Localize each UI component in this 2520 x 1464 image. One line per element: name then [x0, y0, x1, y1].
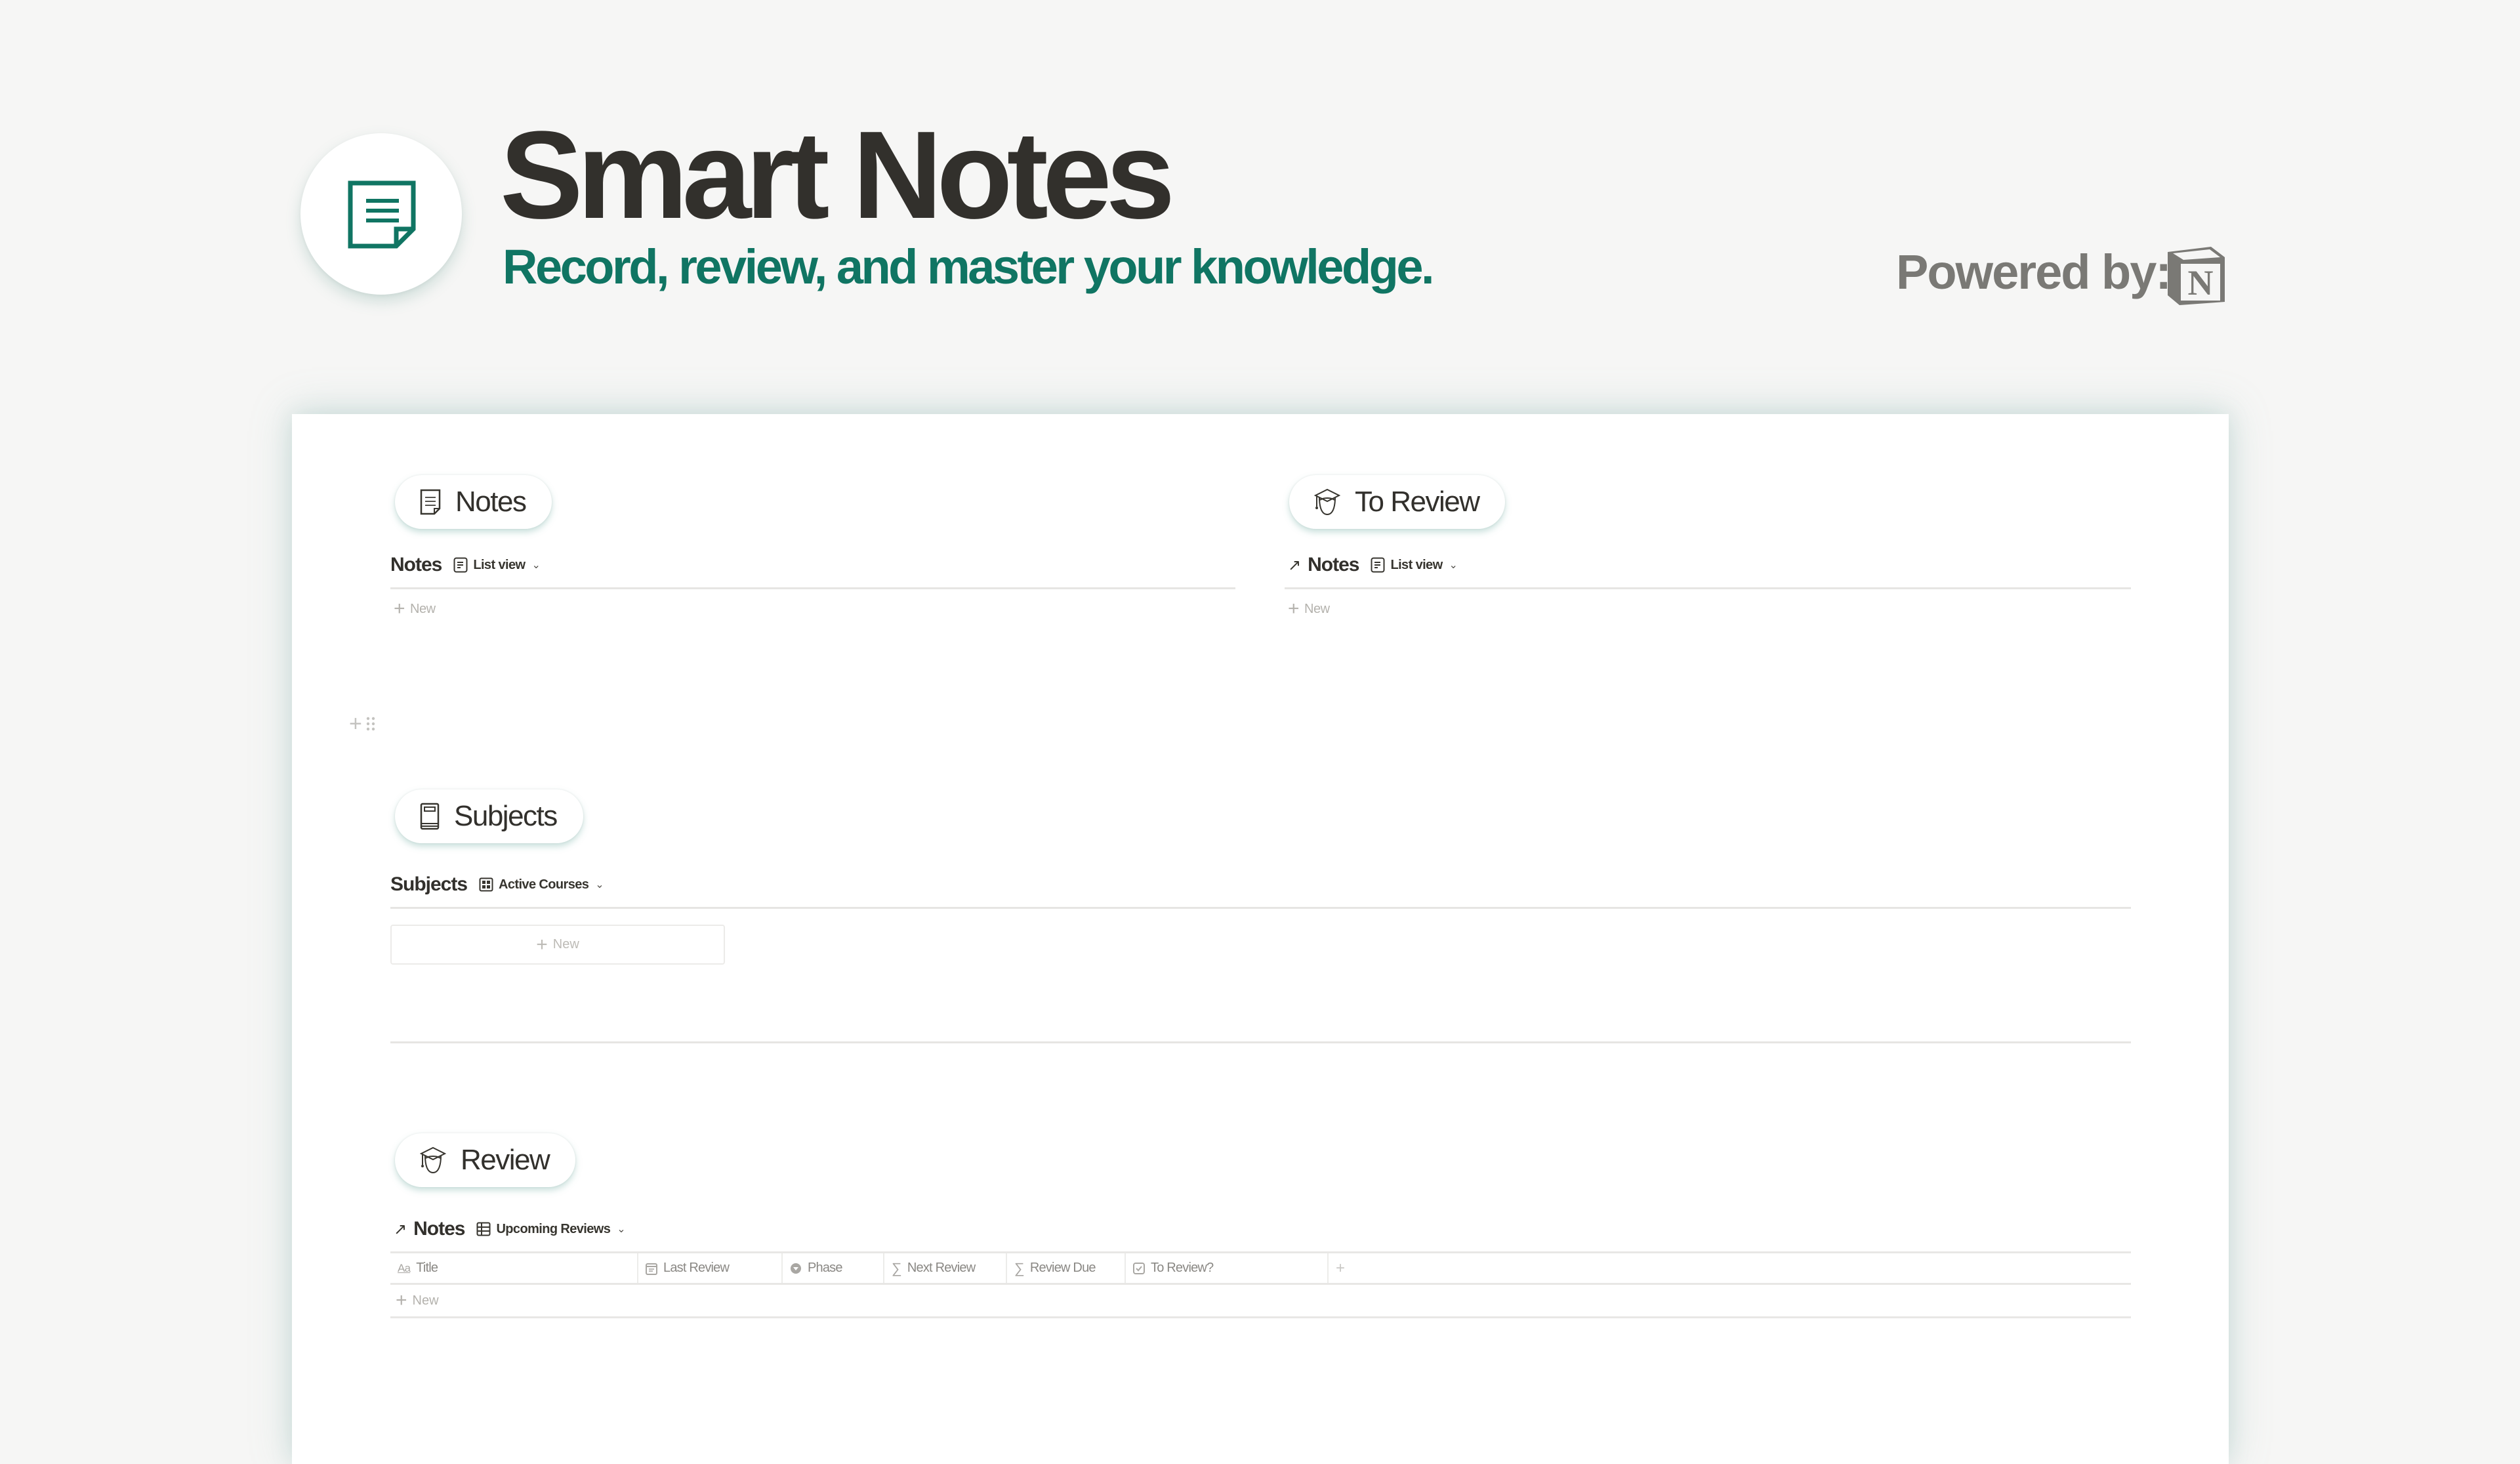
review-new-label: New: [412, 1293, 439, 1308]
section-divider: [390, 1041, 2131, 1043]
to-review-database-title[interactable]: Notes: [1308, 554, 1359, 576]
review-view-label: Upcoming Reviews: [496, 1221, 611, 1236]
subjects-new-card[interactable]: + New: [390, 925, 725, 965]
list-view-icon: [453, 557, 468, 573]
formula-property-icon: ∑: [892, 1259, 902, 1276]
subjects-database-header: Subjects Active Courses ⌄: [390, 871, 604, 898]
book-icon: [420, 803, 440, 830]
column-header-to-review[interactable]: To Review?: [1126, 1253, 1329, 1283]
block-handle[interactable]: +: [349, 713, 375, 735]
chevron-down-icon: ⌄: [531, 560, 541, 571]
drag-handle-icon[interactable]: [366, 717, 375, 731]
subjects-heading-label: Subjects: [454, 800, 558, 832]
status-property-icon: [790, 1263, 802, 1274]
note-icon: [348, 180, 416, 249]
notes-divider: [390, 587, 1235, 589]
graduate-icon: [420, 1146, 446, 1174]
to-review-database-header: ↗ Notes List view ⌄: [1288, 552, 1458, 578]
to-review-divider: [1285, 587, 2131, 589]
app-logo: [300, 133, 462, 295]
linked-arrow-icon: ↗: [1288, 556, 1302, 574]
review-table-new-row[interactable]: + New: [390, 1285, 2131, 1318]
add-column-button[interactable]: +: [1329, 1253, 1381, 1283]
to-review-view-tab[interactable]: List view ⌄: [1371, 557, 1458, 573]
chevron-down-icon: ⌄: [595, 879, 604, 890]
column-label: Title: [416, 1261, 438, 1275]
linked-arrow-icon: ↗: [394, 1220, 407, 1238]
notion-logo: N: [2168, 247, 2225, 305]
column-header-title[interactable]: Aa Title: [390, 1253, 638, 1283]
column-label: Phase: [808, 1261, 843, 1275]
add-block-icon[interactable]: +: [349, 713, 362, 735]
review-database-header: ↗ Notes Upcoming Reviews ⌄: [394, 1216, 626, 1242]
subjects-new-label: New: [552, 937, 579, 952]
plus-icon: +: [1288, 598, 1300, 619]
review-heading: Review: [395, 1133, 576, 1187]
table-view-icon: [476, 1222, 491, 1236]
notes-heading: Notes: [395, 475, 552, 529]
notes-new-label: New: [410, 601, 436, 616]
app-title: Smart Notes: [500, 106, 1175, 245]
column-header-phase[interactable]: Phase: [783, 1253, 884, 1283]
table-header-row: Aa Title Last Review Phase ∑ Next Review…: [390, 1251, 2131, 1285]
powered-by-label: Powered by:: [1896, 245, 2172, 299]
notes-view-label: List view: [473, 557, 526, 572]
notes-database-header: Notes List view ⌄: [390, 552, 541, 578]
checkbox-property-icon: [1133, 1262, 1145, 1274]
text-property-icon: Aa: [398, 1261, 411, 1274]
formula-property-icon: ∑: [1014, 1259, 1025, 1276]
notes-database-title[interactable]: Notes: [390, 554, 442, 576]
column-header-review-due[interactable]: ∑ Review Due: [1007, 1253, 1126, 1283]
column-label: Last Review: [663, 1261, 730, 1275]
chevron-down-icon: ⌄: [617, 1224, 626, 1235]
to-review-new-label: New: [1304, 601, 1330, 616]
gallery-view-icon: [479, 877, 493, 892]
graduate-icon: [1314, 488, 1340, 516]
date-property-icon: [646, 1262, 657, 1275]
review-database-title[interactable]: Notes: [413, 1218, 465, 1240]
chevron-down-icon: ⌄: [1449, 560, 1458, 571]
app-subtitle: Record, review, and master your knowledg…: [503, 240, 1435, 294]
plus-icon: +: [396, 1289, 407, 1311]
subjects-database-title[interactable]: Subjects: [390, 873, 468, 896]
note-icon: [420, 489, 441, 515]
notes-new-button[interactable]: + New: [394, 599, 436, 619]
subjects-view-label: Active Courses: [499, 877, 589, 892]
column-header-next-review[interactable]: ∑ Next Review: [884, 1253, 1007, 1283]
column-label: Next Review: [907, 1261, 976, 1275]
subjects-divider: [390, 907, 2131, 909]
svg-text:N: N: [2188, 263, 2214, 303]
to-review-new-button[interactable]: + New: [1288, 599, 1330, 619]
subjects-view-tab[interactable]: Active Courses ⌄: [479, 877, 604, 892]
to-review-view-label: List view: [1390, 557, 1443, 572]
review-view-tab[interactable]: Upcoming Reviews ⌄: [476, 1221, 626, 1237]
plus-icon: +: [394, 598, 405, 619]
review-table: Aa Title Last Review Phase ∑ Next Review…: [390, 1251, 2131, 1318]
column-header-last-review[interactable]: Last Review: [638, 1253, 783, 1283]
column-label: To Review?: [1151, 1261, 1214, 1275]
notes-view-tab[interactable]: List view ⌄: [453, 557, 541, 573]
notes-heading-label: Notes: [455, 486, 527, 518]
to-review-heading-label: To Review: [1355, 486, 1480, 518]
subjects-heading: Subjects: [395, 789, 583, 843]
column-label: Review Due: [1029, 1261, 1096, 1275]
plus-icon: +: [536, 933, 548, 955]
to-review-heading: To Review: [1289, 475, 1506, 529]
list-view-icon: [1371, 557, 1385, 573]
review-heading-label: Review: [461, 1144, 550, 1176]
